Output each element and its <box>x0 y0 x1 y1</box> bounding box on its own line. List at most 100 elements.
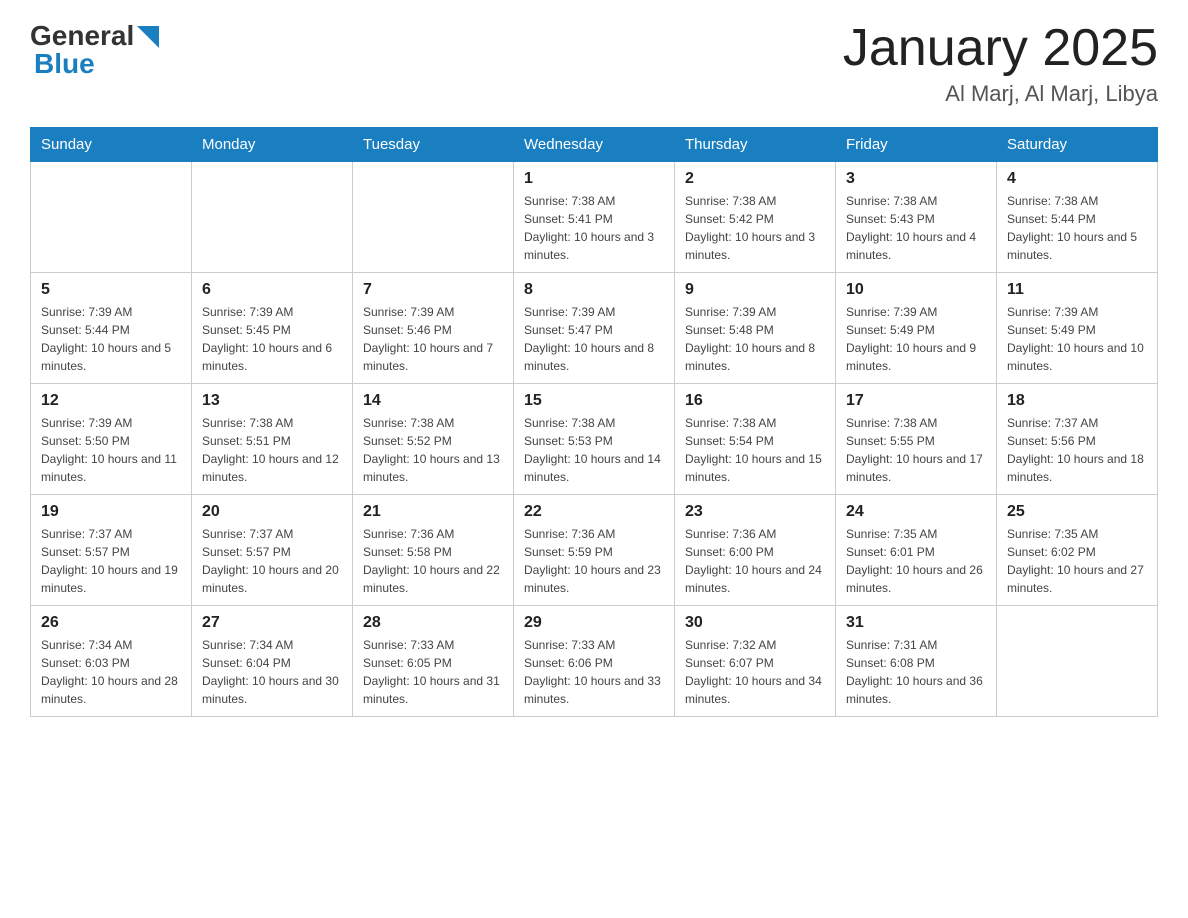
calendar-cell: 4 Sunrise: 7:38 AM Sunset: 5:44 PM Daylig… <box>997 162 1158 273</box>
calendar-week-row: 26 Sunrise: 7:34 AM Sunset: 6:03 PM Dayli… <box>31 606 1158 717</box>
day-number: 10 <box>846 281 986 299</box>
logo-blue-text: Blue <box>34 48 95 80</box>
day-number: 5 <box>41 281 181 299</box>
calendar-cell: 5Sunrise: 7:39 AM Sunset: 5:44 PM Daylig… <box>31 273 192 384</box>
calendar-cell: 18 Sunrise: 7:37 AM Sunset: 5:56 PM Dayli… <box>997 384 1158 495</box>
day-info: Sunrise: 7:32 AM Sunset: 6:07 PM Dayligh… <box>685 636 825 708</box>
day-number: 14 <box>363 392 503 410</box>
day-number: 31 <box>846 614 986 632</box>
calendar-cell: 27 Sunrise: 7:34 AM Sunset: 6:04 PM Dayli… <box>192 606 353 717</box>
day-number: 8 <box>524 281 664 299</box>
day-number: 15 <box>524 392 664 410</box>
logo: General Blue <box>30 20 159 80</box>
calendar-cell: 9Sunrise: 7:39 AM Sunset: 5:48 PM Daylig… <box>675 273 836 384</box>
calendar-cell: 15 Sunrise: 7:38 AM Sunset: 5:53 PM Dayli… <box>514 384 675 495</box>
day-number: 24 <box>846 503 986 521</box>
day-of-week-header: Thursday <box>675 128 836 162</box>
calendar-week-row: 12 Sunrise: 7:39 AM Sunset: 5:50 PM Dayli… <box>31 384 1158 495</box>
day-number: 23 <box>685 503 825 521</box>
calendar-cell: 3 Sunrise: 7:38 AM Sunset: 5:43 PM Daylig… <box>836 162 997 273</box>
day-number: 12 <box>41 392 181 410</box>
day-number: 6 <box>202 281 342 299</box>
calendar-cell: 28Sunrise: 7:33 AM Sunset: 6:05 PM Dayli… <box>353 606 514 717</box>
day-info: Sunrise: 7:34 AM Sunset: 6:04 PM Dayligh… <box>202 636 342 708</box>
calendar-cell: 22Sunrise: 7:36 AM Sunset: 5:59 PM Dayli… <box>514 495 675 606</box>
day-number: 21 <box>363 503 503 521</box>
calendar-cell: 21 Sunrise: 7:36 AM Sunset: 5:58 PM Dayli… <box>353 495 514 606</box>
day-info: Sunrise: 7:39 AM Sunset: 5:49 PM Dayligh… <box>846 303 986 375</box>
day-number: 11 <box>1007 281 1147 299</box>
calendar-cell: 14 Sunrise: 7:38 AM Sunset: 5:52 PM Dayli… <box>353 384 514 495</box>
day-number: 27 <box>202 614 342 632</box>
day-info: Sunrise: 7:35 AM Sunset: 6:01 PM Dayligh… <box>846 525 986 597</box>
day-info: Sunrise: 7:34 AM Sunset: 6:03 PM Dayligh… <box>41 636 181 708</box>
day-of-week-header: Monday <box>192 128 353 162</box>
calendar-table: SundayMondayTuesdayWednesdayThursdayFrid… <box>30 127 1158 717</box>
calendar-cell: 12 Sunrise: 7:39 AM Sunset: 5:50 PM Dayli… <box>31 384 192 495</box>
day-of-week-header: Friday <box>836 128 997 162</box>
day-info: Sunrise: 7:33 AM Sunset: 6:06 PM Dayligh… <box>524 636 664 708</box>
day-number: 7 <box>363 281 503 299</box>
calendar-week-row: 5Sunrise: 7:39 AM Sunset: 5:44 PM Daylig… <box>31 273 1158 384</box>
day-of-week-header: Tuesday <box>353 128 514 162</box>
day-info: Sunrise: 7:36 AM Sunset: 6:00 PM Dayligh… <box>685 525 825 597</box>
day-info: Sunrise: 7:38 AM Sunset: 5:54 PM Dayligh… <box>685 414 825 486</box>
day-number: 30 <box>685 614 825 632</box>
calendar-cell: 26 Sunrise: 7:34 AM Sunset: 6:03 PM Dayli… <box>31 606 192 717</box>
calendar-cell: 7 Sunrise: 7:39 AM Sunset: 5:46 PM Daylig… <box>353 273 514 384</box>
logo-arrow-icon <box>137 26 159 48</box>
day-info: Sunrise: 7:39 AM Sunset: 5:49 PM Dayligh… <box>1007 303 1147 375</box>
calendar-cell: 16 Sunrise: 7:38 AM Sunset: 5:54 PM Dayli… <box>675 384 836 495</box>
day-info: Sunrise: 7:31 AM Sunset: 6:08 PM Dayligh… <box>846 636 986 708</box>
day-number: 25 <box>1007 503 1147 521</box>
day-number: 16 <box>685 392 825 410</box>
calendar-cell: 25 Sunrise: 7:35 AM Sunset: 6:02 PM Dayli… <box>997 495 1158 606</box>
calendar-cell <box>997 606 1158 717</box>
day-info: Sunrise: 7:38 AM Sunset: 5:41 PM Dayligh… <box>524 192 664 264</box>
day-number: 26 <box>41 614 181 632</box>
day-info: Sunrise: 7:38 AM Sunset: 5:43 PM Dayligh… <box>846 192 986 264</box>
page-header: General Blue January 2025 Al Marj, Al Ma… <box>30 20 1158 107</box>
day-info: Sunrise: 7:37 AM Sunset: 5:57 PM Dayligh… <box>41 525 181 597</box>
calendar-cell: 24 Sunrise: 7:35 AM Sunset: 6:01 PM Dayli… <box>836 495 997 606</box>
calendar-cell <box>192 162 353 273</box>
calendar-cell: 20Sunrise: 7:37 AM Sunset: 5:57 PM Dayli… <box>192 495 353 606</box>
calendar-week-row: 19 Sunrise: 7:37 AM Sunset: 5:57 PM Dayli… <box>31 495 1158 606</box>
day-info: Sunrise: 7:35 AM Sunset: 6:02 PM Dayligh… <box>1007 525 1147 597</box>
calendar-title: January 2025 <box>843 20 1158 77</box>
day-number: 18 <box>1007 392 1147 410</box>
day-number: 22 <box>524 503 664 521</box>
calendar-week-row: 1Sunrise: 7:38 AM Sunset: 5:41 PM Daylig… <box>31 162 1158 273</box>
day-info: Sunrise: 7:37 AM Sunset: 5:57 PM Dayligh… <box>202 525 342 597</box>
day-info: Sunrise: 7:39 AM Sunset: 5:45 PM Dayligh… <box>202 303 342 375</box>
day-info: Sunrise: 7:39 AM Sunset: 5:50 PM Dayligh… <box>41 414 181 486</box>
calendar-cell: 10 Sunrise: 7:39 AM Sunset: 5:49 PM Dayli… <box>836 273 997 384</box>
day-info: Sunrise: 7:39 AM Sunset: 5:46 PM Dayligh… <box>363 303 503 375</box>
calendar-header-row: SundayMondayTuesdayWednesdayThursdayFrid… <box>31 128 1158 162</box>
day-info: Sunrise: 7:38 AM Sunset: 5:42 PM Dayligh… <box>685 192 825 264</box>
day-number: 19 <box>41 503 181 521</box>
calendar-cell: 31 Sunrise: 7:31 AM Sunset: 6:08 PM Dayli… <box>836 606 997 717</box>
day-info: Sunrise: 7:38 AM Sunset: 5:52 PM Dayligh… <box>363 414 503 486</box>
day-info: Sunrise: 7:39 AM Sunset: 5:47 PM Dayligh… <box>524 303 664 375</box>
calendar-cell: 1Sunrise: 7:38 AM Sunset: 5:41 PM Daylig… <box>514 162 675 273</box>
calendar-cell: 29Sunrise: 7:33 AM Sunset: 6:06 PM Dayli… <box>514 606 675 717</box>
calendar-cell: 8 Sunrise: 7:39 AM Sunset: 5:47 PM Daylig… <box>514 273 675 384</box>
day-number: 2 <box>685 170 825 188</box>
calendar-subtitle: Al Marj, Al Marj, Libya <box>843 81 1158 107</box>
day-info: Sunrise: 7:38 AM Sunset: 5:53 PM Dayligh… <box>524 414 664 486</box>
calendar-cell <box>353 162 514 273</box>
day-info: Sunrise: 7:36 AM Sunset: 5:58 PM Dayligh… <box>363 525 503 597</box>
day-number: 3 <box>846 170 986 188</box>
day-of-week-header: Sunday <box>31 128 192 162</box>
calendar-cell <box>31 162 192 273</box>
day-number: 4 <box>1007 170 1147 188</box>
day-info: Sunrise: 7:38 AM Sunset: 5:44 PM Dayligh… <box>1007 192 1147 264</box>
calendar-cell: 19 Sunrise: 7:37 AM Sunset: 5:57 PM Dayli… <box>31 495 192 606</box>
day-info: Sunrise: 7:38 AM Sunset: 5:55 PM Dayligh… <box>846 414 986 486</box>
day-info: Sunrise: 7:33 AM Sunset: 6:05 PM Dayligh… <box>363 636 503 708</box>
day-info: Sunrise: 7:37 AM Sunset: 5:56 PM Dayligh… <box>1007 414 1147 486</box>
calendar-cell: 6 Sunrise: 7:39 AM Sunset: 5:45 PM Daylig… <box>192 273 353 384</box>
calendar-cell: 30 Sunrise: 7:32 AM Sunset: 6:07 PM Dayli… <box>675 606 836 717</box>
day-info: Sunrise: 7:38 AM Sunset: 5:51 PM Dayligh… <box>202 414 342 486</box>
